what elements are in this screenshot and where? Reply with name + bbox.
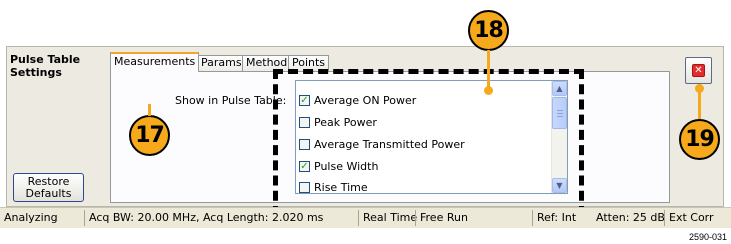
list-item[interactable]: ✓ Average ON Power — [299, 91, 416, 109]
checkbox-icon[interactable] — [299, 138, 310, 150]
measurement-checklist[interactable]: ✓ Average ON Power Peak Power Average Tr… — [295, 80, 568, 194]
checkbox-icon[interactable] — [299, 181, 310, 193]
callout-19-dot — [695, 84, 704, 93]
callout-18-leader — [487, 50, 490, 88]
callout-18-dot — [484, 86, 493, 95]
list-item[interactable]: ✓ Pulse Width — [299, 157, 378, 175]
status-ref[interactable]: Ref: Int — [532, 210, 576, 226]
close-icon: ✕ — [692, 64, 705, 77]
list-item-label: Pulse Width — [314, 159, 379, 173]
tab-measurements[interactable]: Measurements — [110, 52, 200, 72]
tab-method[interactable]: Method — [242, 55, 292, 71]
callout-18: 18 — [468, 10, 509, 51]
grip-line — [557, 116, 563, 117]
panel-title-text: Pulse Table Settings — [10, 53, 81, 79]
callout-17: 17 — [129, 115, 170, 156]
list-item-label: Average ON Power — [314, 93, 417, 107]
checkbox-checked-icon[interactable]: ✓ — [299, 94, 310, 106]
tab-params[interactable]: Params — [197, 55, 246, 71]
status-ext-corr[interactable]: Ext Corr — [664, 210, 714, 226]
status-free-run[interactable]: Free Run — [415, 210, 468, 226]
list-item-label: Average Transmitted Power — [314, 137, 465, 151]
grip-line — [557, 113, 563, 114]
callout-19: 19 — [679, 119, 720, 160]
scroll-thumb[interactable] — [552, 97, 567, 129]
grip-line — [557, 110, 563, 111]
show-in-pulse-table-label: Show in Pulse Table: — [175, 94, 287, 107]
list-item-label: Rise Time — [314, 180, 368, 194]
list-item[interactable]: Average Transmitted Power — [299, 135, 465, 153]
restore-defaults-button[interactable]: Restore Defaults — [13, 173, 84, 202]
callout-17-leader — [148, 104, 151, 116]
vertical-scrollbar[interactable]: ▲ ▼ — [551, 81, 567, 193]
list-item[interactable]: Peak Power — [299, 113, 377, 131]
checkbox-icon[interactable] — [299, 116, 310, 128]
list-item[interactable]: Rise Time — [299, 178, 368, 196]
scroll-up-icon[interactable]: ▲ — [552, 81, 567, 96]
status-analyzing: Analyzing — [4, 211, 58, 224]
list-item-label: Peak Power — [314, 115, 377, 129]
scroll-down-icon[interactable]: ▼ — [552, 178, 567, 193]
figure-id: 2590-031 — [688, 232, 727, 242]
status-atten[interactable]: Atten: 25 dB — [592, 210, 665, 226]
checkbox-checked-icon[interactable]: ✓ — [299, 160, 310, 172]
tab-points[interactable]: Points — [288, 55, 330, 71]
close-button[interactable]: ✕ — [685, 57, 712, 84]
panel-title: Pulse Table Settings — [10, 53, 90, 79]
status-bar: Analyzing Acq BW: 20.00 MHz, Acq Length:… — [0, 207, 731, 228]
status-real-time[interactable]: Real Time — [358, 210, 417, 226]
restore-defaults-label: Restore Defaults — [25, 174, 72, 200]
status-acquisition[interactable]: Acq BW: 20.00 MHz, Acq Length: 2.020 ms — [84, 210, 323, 226]
